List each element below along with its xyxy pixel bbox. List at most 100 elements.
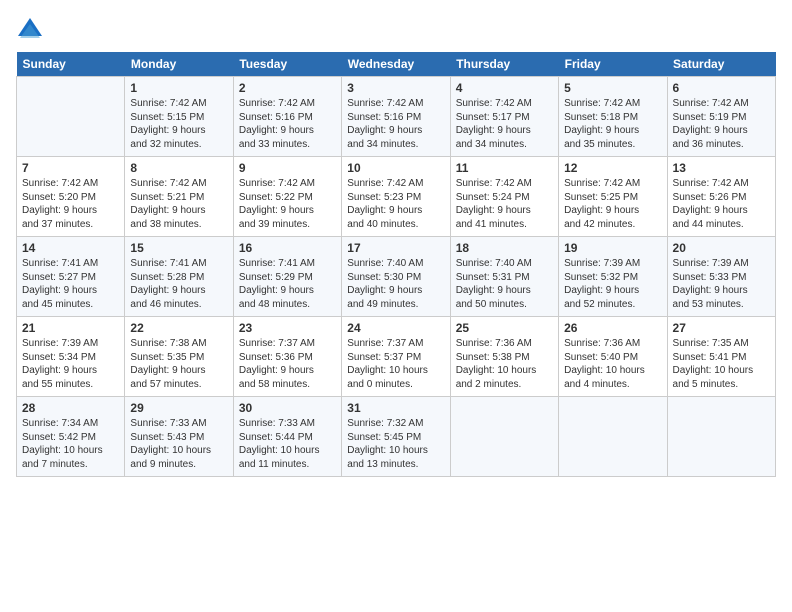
- calendar-header-row: SundayMondayTuesdayWednesdayThursdayFrid…: [17, 52, 776, 77]
- day-info: Sunrise: 7:42 AM Sunset: 5:22 PM Dayligh…: [239, 177, 336, 231]
- calendar-cell: 3Sunrise: 7:42 AM Sunset: 5:16 PM Daylig…: [342, 77, 450, 157]
- calendar-week-row: 28 Sunrise: 7:34 AM Sunset: 5:42 PM Dayli…: [17, 397, 776, 477]
- calendar-cell: 1 Sunrise: 7:42 AM Sunset: 5:15 PM Daylig…: [125, 77, 233, 157]
- day-info: Sunrise: 7:40 AM Sunset: 5:30 PM Dayligh…: [347, 257, 444, 311]
- day-number: 18: [456, 241, 553, 255]
- day-info: Sunrise: 7:41 AM Sunset: 5:29 PM Dayligh…: [239, 257, 336, 311]
- day-number: 4: [456, 81, 553, 95]
- day-info: Sunrise: 7:41 AM Sunset: 5:27 PM Dayligh…: [22, 257, 119, 311]
- header-day-friday: Friday: [559, 52, 667, 77]
- header-day-wednesday: Wednesday: [342, 52, 450, 77]
- calendar-cell: 8Sunrise: 7:42 AM Sunset: 5:21 PM Daylig…: [125, 157, 233, 237]
- day-info: Sunrise: 7:42 AM Sunset: 5:19 PM Dayligh…: [673, 97, 770, 151]
- calendar-cell: 7 Sunrise: 7:42 AM Sunset: 5:20 PM Daylig…: [17, 157, 125, 237]
- header-day-thursday: Thursday: [450, 52, 558, 77]
- day-number: 31: [347, 401, 444, 415]
- day-info: Sunrise: 7:36 AM Sunset: 5:38 PM Dayligh…: [456, 337, 553, 391]
- calendar-cell: 25 Sunrise: 7:36 AM Sunset: 5:38 PM Dayli…: [450, 317, 558, 397]
- day-number: 5: [564, 81, 661, 95]
- day-info: Sunrise: 7:33 AM Sunset: 5:43 PM Dayligh…: [130, 417, 227, 471]
- day-number: 10: [347, 161, 444, 175]
- calendar-cell: 4 Sunrise: 7:42 AM Sunset: 5:17 PM Daylig…: [450, 77, 558, 157]
- calendar-cell: 22Sunrise: 7:38 AM Sunset: 5:35 PM Dayli…: [125, 317, 233, 397]
- day-number: 7: [22, 161, 119, 175]
- day-info: Sunrise: 7:38 AM Sunset: 5:35 PM Dayligh…: [130, 337, 227, 391]
- calendar-cell: 31 Sunrise: 7:32 AM Sunset: 5:45 PM Dayli…: [342, 397, 450, 477]
- day-number: 30: [239, 401, 336, 415]
- day-number: 15: [130, 241, 227, 255]
- day-info: Sunrise: 7:36 AM Sunset: 5:40 PM Dayligh…: [564, 337, 661, 391]
- header-day-sunday: Sunday: [17, 52, 125, 77]
- calendar-cell: 2 Sunrise: 7:42 AM Sunset: 5:16 PM Daylig…: [233, 77, 341, 157]
- calendar-cell: 16 Sunrise: 7:41 AM Sunset: 5:29 PM Dayli…: [233, 237, 341, 317]
- calendar-cell: 6 Sunrise: 7:42 AM Sunset: 5:19 PM Daylig…: [667, 77, 775, 157]
- calendar-week-row: 14 Sunrise: 7:41 AM Sunset: 5:27 PM Dayli…: [17, 237, 776, 317]
- day-number: 13: [673, 161, 770, 175]
- calendar-cell: 19 Sunrise: 7:39 AM Sunset: 5:32 PM Dayli…: [559, 237, 667, 317]
- day-number: 2: [239, 81, 336, 95]
- day-number: 26: [564, 321, 661, 335]
- day-info: Sunrise: 7:42 AM Sunset: 5:15 PM Dayligh…: [130, 97, 227, 151]
- day-number: 23: [239, 321, 336, 335]
- day-info: Sunrise: 7:42 AM Sunset: 5:23 PM Dayligh…: [347, 177, 444, 231]
- day-number: 20: [673, 241, 770, 255]
- calendar-cell: 11Sunrise: 7:42 AM Sunset: 5:24 PM Dayli…: [450, 157, 558, 237]
- calendar-cell: 23Sunrise: 7:37 AM Sunset: 5:36 PM Dayli…: [233, 317, 341, 397]
- calendar-cell: 9 Sunrise: 7:42 AM Sunset: 5:22 PM Daylig…: [233, 157, 341, 237]
- day-info: Sunrise: 7:42 AM Sunset: 5:24 PM Dayligh…: [456, 177, 553, 231]
- calendar-cell: 20 Sunrise: 7:39 AM Sunset: 5:33 PM Dayli…: [667, 237, 775, 317]
- calendar-cell: 28 Sunrise: 7:34 AM Sunset: 5:42 PM Dayli…: [17, 397, 125, 477]
- day-info: Sunrise: 7:39 AM Sunset: 5:33 PM Dayligh…: [673, 257, 770, 311]
- day-info: Sunrise: 7:32 AM Sunset: 5:45 PM Dayligh…: [347, 417, 444, 471]
- logo: [16, 16, 48, 44]
- day-info: Sunrise: 7:42 AM Sunset: 5:26 PM Dayligh…: [673, 177, 770, 231]
- calendar-cell: [17, 77, 125, 157]
- day-info: Sunrise: 7:42 AM Sunset: 5:21 PM Dayligh…: [130, 177, 227, 231]
- calendar-table: SundayMondayTuesdayWednesdayThursdayFrid…: [16, 52, 776, 477]
- day-info: Sunrise: 7:42 AM Sunset: 5:16 PM Dayligh…: [239, 97, 336, 151]
- header-day-monday: Monday: [125, 52, 233, 77]
- day-number: 3: [347, 81, 444, 95]
- day-number: 17: [347, 241, 444, 255]
- calendar-cell: 5Sunrise: 7:42 AM Sunset: 5:18 PM Daylig…: [559, 77, 667, 157]
- day-number: 1: [130, 81, 227, 95]
- day-info: Sunrise: 7:40 AM Sunset: 5:31 PM Dayligh…: [456, 257, 553, 311]
- day-info: Sunrise: 7:37 AM Sunset: 5:37 PM Dayligh…: [347, 337, 444, 391]
- page-header: [16, 16, 776, 44]
- calendar-cell: 18 Sunrise: 7:40 AM Sunset: 5:31 PM Dayli…: [450, 237, 558, 317]
- day-info: Sunrise: 7:33 AM Sunset: 5:44 PM Dayligh…: [239, 417, 336, 471]
- calendar-cell: 12 Sunrise: 7:42 AM Sunset: 5:25 PM Dayli…: [559, 157, 667, 237]
- calendar-cell: 27 Sunrise: 7:35 AM Sunset: 5:41 PM Dayli…: [667, 317, 775, 397]
- calendar-cell: 21Sunrise: 7:39 AM Sunset: 5:34 PM Dayli…: [17, 317, 125, 397]
- day-info: Sunrise: 7:39 AM Sunset: 5:32 PM Dayligh…: [564, 257, 661, 311]
- day-number: 6: [673, 81, 770, 95]
- day-number: 19: [564, 241, 661, 255]
- day-info: Sunrise: 7:41 AM Sunset: 5:28 PM Dayligh…: [130, 257, 227, 311]
- day-number: 12: [564, 161, 661, 175]
- day-info: Sunrise: 7:39 AM Sunset: 5:34 PM Dayligh…: [22, 337, 119, 391]
- calendar-cell: 30 Sunrise: 7:33 AM Sunset: 5:44 PM Dayli…: [233, 397, 341, 477]
- day-number: 28: [22, 401, 119, 415]
- header-day-tuesday: Tuesday: [233, 52, 341, 77]
- day-number: 29: [130, 401, 227, 415]
- calendar-cell: 17 Sunrise: 7:40 AM Sunset: 5:30 PM Dayli…: [342, 237, 450, 317]
- logo-icon: [16, 16, 44, 44]
- day-number: 25: [456, 321, 553, 335]
- day-number: 14: [22, 241, 119, 255]
- day-info: Sunrise: 7:42 AM Sunset: 5:20 PM Dayligh…: [22, 177, 119, 231]
- calendar-cell: 24 Sunrise: 7:37 AM Sunset: 5:37 PM Dayli…: [342, 317, 450, 397]
- calendar-cell: [667, 397, 775, 477]
- day-number: 16: [239, 241, 336, 255]
- calendar-cell: 26 Sunrise: 7:36 AM Sunset: 5:40 PM Dayli…: [559, 317, 667, 397]
- day-number: 24: [347, 321, 444, 335]
- day-number: 27: [673, 321, 770, 335]
- calendar-week-row: 1 Sunrise: 7:42 AM Sunset: 5:15 PM Daylig…: [17, 77, 776, 157]
- day-info: Sunrise: 7:35 AM Sunset: 5:41 PM Dayligh…: [673, 337, 770, 391]
- day-info: Sunrise: 7:42 AM Sunset: 5:25 PM Dayligh…: [564, 177, 661, 231]
- day-info: Sunrise: 7:42 AM Sunset: 5:17 PM Dayligh…: [456, 97, 553, 151]
- day-info: Sunrise: 7:34 AM Sunset: 5:42 PM Dayligh…: [22, 417, 119, 471]
- calendar-cell: [559, 397, 667, 477]
- calendar-cell: 10 Sunrise: 7:42 AM Sunset: 5:23 PM Dayli…: [342, 157, 450, 237]
- day-number: 9: [239, 161, 336, 175]
- calendar-cell: 15 Sunrise: 7:41 AM Sunset: 5:28 PM Dayli…: [125, 237, 233, 317]
